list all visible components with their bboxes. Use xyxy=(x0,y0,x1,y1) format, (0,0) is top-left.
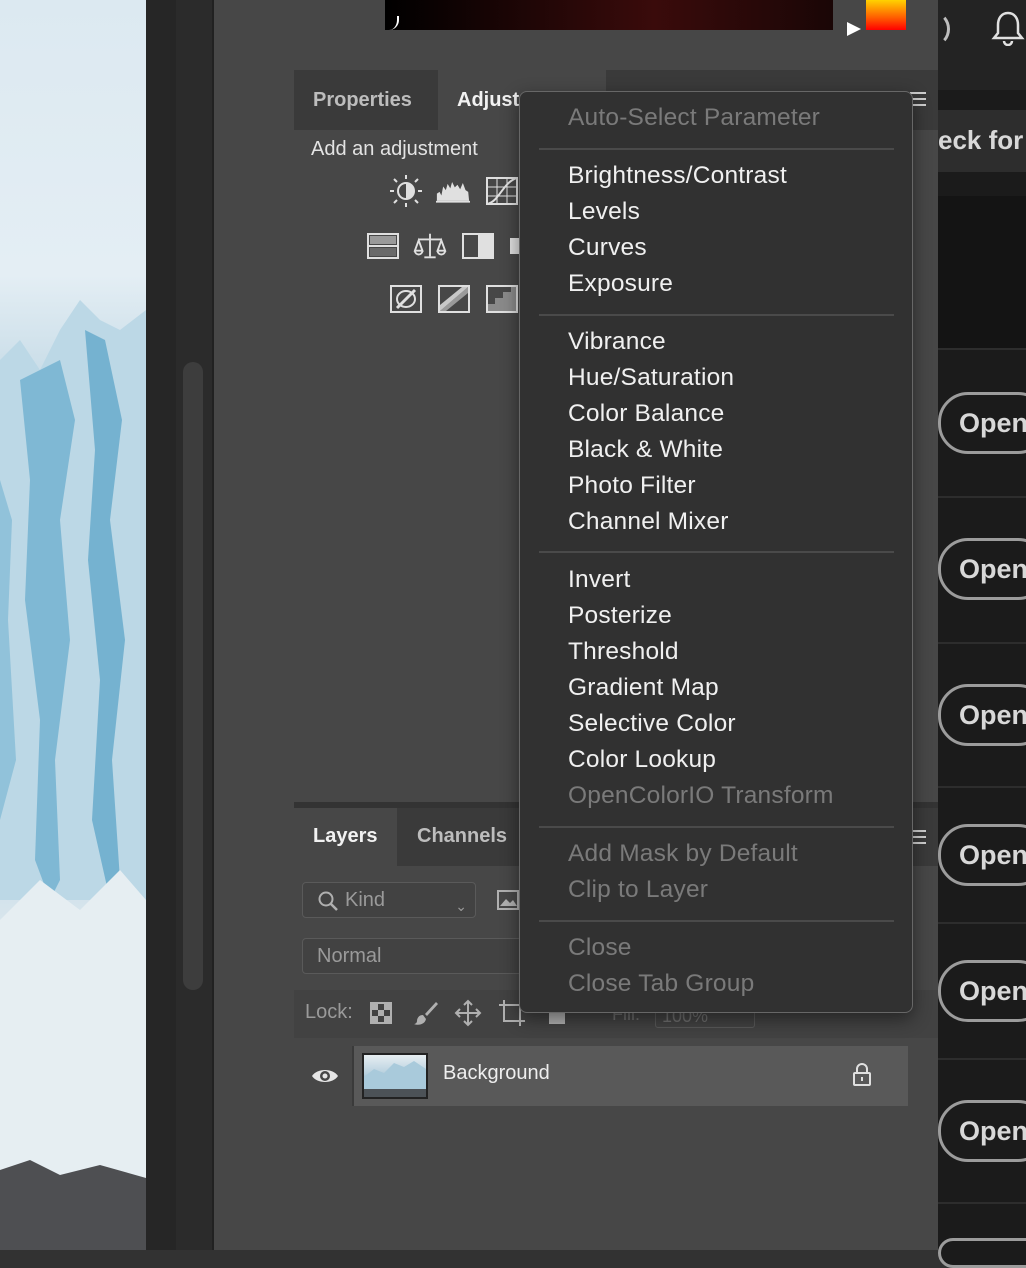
menu-separator xyxy=(539,148,894,150)
black-white-icon[interactable] xyxy=(461,231,495,261)
panel-scrollbar-thumb[interactable] xyxy=(183,362,203,990)
right-separator xyxy=(938,496,1026,498)
menu-separator xyxy=(539,314,894,316)
menu-item-threshold[interactable]: Threshold xyxy=(568,638,679,666)
threshold-icon[interactable] xyxy=(485,284,519,314)
menu-item-channel-mixer[interactable]: Channel Mixer xyxy=(568,508,729,536)
menu-item-exposure[interactable]: Exposure xyxy=(568,270,673,298)
tab-properties[interactable]: Properties xyxy=(294,70,431,130)
right-separator xyxy=(938,642,1026,644)
open-button[interactable]: Open xyxy=(938,1100,1026,1162)
menu-item-gradient-map[interactable]: Gradient Map xyxy=(568,674,719,702)
open-button-partial[interactable] xyxy=(938,1238,1026,1268)
document-canvas-image[interactable] xyxy=(0,0,146,1250)
vibrance-icon[interactable] xyxy=(366,231,400,261)
layer-name[interactable]: Background xyxy=(443,1062,550,1085)
right-separator xyxy=(938,1202,1026,1204)
panel-dock-left xyxy=(214,0,294,1250)
lock-transparent-pixels-icon[interactable] xyxy=(366,998,396,1028)
color-saturation-field[interactable] xyxy=(385,0,833,30)
open-button[interactable]: Open xyxy=(938,824,1026,886)
color-balance-icon[interactable] xyxy=(413,231,447,261)
right-home-panel xyxy=(938,0,1026,1250)
brightness-contrast-icon[interactable] xyxy=(389,175,423,207)
menu-item-invert[interactable]: Invert xyxy=(568,566,630,594)
lock-label: Lock: xyxy=(305,1001,353,1023)
menu-item-photo-filter[interactable]: Photo Filter xyxy=(568,472,696,500)
menu-item-close: Close xyxy=(568,934,632,961)
menu-item-curves[interactable]: Curves xyxy=(568,234,647,262)
menu-item-levels[interactable]: Levels xyxy=(568,198,640,226)
menu-separator xyxy=(539,551,894,553)
blend-mode-select[interactable]: Normal xyxy=(302,938,542,974)
chevron-down-icon: ⌄ xyxy=(455,898,467,914)
photo-filter-icon[interactable] xyxy=(506,231,520,261)
lock-icon xyxy=(851,1063,873,1092)
right-content-block xyxy=(938,196,1026,348)
menu-item-hue-saturation[interactable]: Hue/Saturation xyxy=(568,364,734,392)
hue-slider-handle[interactable] xyxy=(847,22,861,36)
kind-filter-label: Kind xyxy=(345,889,386,911)
layer-thumbnail xyxy=(362,1053,428,1099)
canvas-gutter xyxy=(146,0,176,1250)
update-banner[interactable]: eck for u xyxy=(938,110,1026,172)
right-separator xyxy=(938,1058,1026,1060)
posterize-icon[interactable] xyxy=(437,284,471,314)
menu-separator xyxy=(539,920,894,922)
bell-icon[interactable] xyxy=(990,10,1026,51)
adjustments-heading: Add an adjustment xyxy=(311,138,478,160)
menu-item-vibrance[interactable]: Vibrance xyxy=(568,328,666,356)
search-icon xyxy=(317,889,339,923)
open-button[interactable]: Open xyxy=(938,538,1026,600)
tab-channels[interactable]: Channels xyxy=(398,808,526,866)
menu-item-posterize[interactable]: Posterize xyxy=(568,602,672,630)
curves-icon[interactable] xyxy=(485,176,519,206)
eye-icon[interactable] xyxy=(311,1066,339,1091)
lock-image-pixels-icon[interactable] xyxy=(411,998,441,1028)
lock-position-icon[interactable] xyxy=(453,998,483,1028)
right-separator xyxy=(938,786,1026,788)
menu-item-selective-color[interactable]: Selective Color xyxy=(568,710,736,738)
open-button[interactable]: Open xyxy=(938,960,1026,1022)
menu-item-close-tab-group: Close Tab Group xyxy=(568,970,755,997)
menu-separator xyxy=(539,826,894,828)
layer-kind-filter[interactable]: Kind ⌄ xyxy=(302,882,476,918)
menu-item-clip-to-layer: Clip to Layer xyxy=(568,876,709,903)
open-button[interactable]: Open xyxy=(938,392,1026,454)
filter-pixel-layers-icon[interactable] xyxy=(497,890,519,910)
tab-layers[interactable]: Layers xyxy=(294,808,397,866)
right-separator xyxy=(938,348,1026,350)
invert-icon[interactable] xyxy=(389,284,423,314)
levels-icon[interactable] xyxy=(436,176,470,206)
hue-strip[interactable] xyxy=(866,0,906,30)
menu-item-opencolorio-transform: OpenColorIO Transform xyxy=(568,782,834,809)
menu-item-color-lookup[interactable]: Color Lookup xyxy=(568,746,716,774)
right-separator xyxy=(938,922,1026,924)
menu-item-black-white[interactable]: Black & White xyxy=(568,436,723,464)
adjustments-context-menu: Auto-Select Parameter Brightness/Contras… xyxy=(519,91,913,1013)
menu-item-add-mask-by-default: Add Mask by Default xyxy=(568,840,798,867)
open-button[interactable]: Open xyxy=(938,684,1026,746)
help-icon[interactable] xyxy=(920,12,950,46)
menu-item-auto-select-parameter: Auto-Select Parameter xyxy=(568,104,821,131)
menu-item-color-balance[interactable]: Color Balance xyxy=(568,400,725,428)
menu-item-brightness-contrast[interactable]: Brightness/Contrast xyxy=(568,162,787,190)
